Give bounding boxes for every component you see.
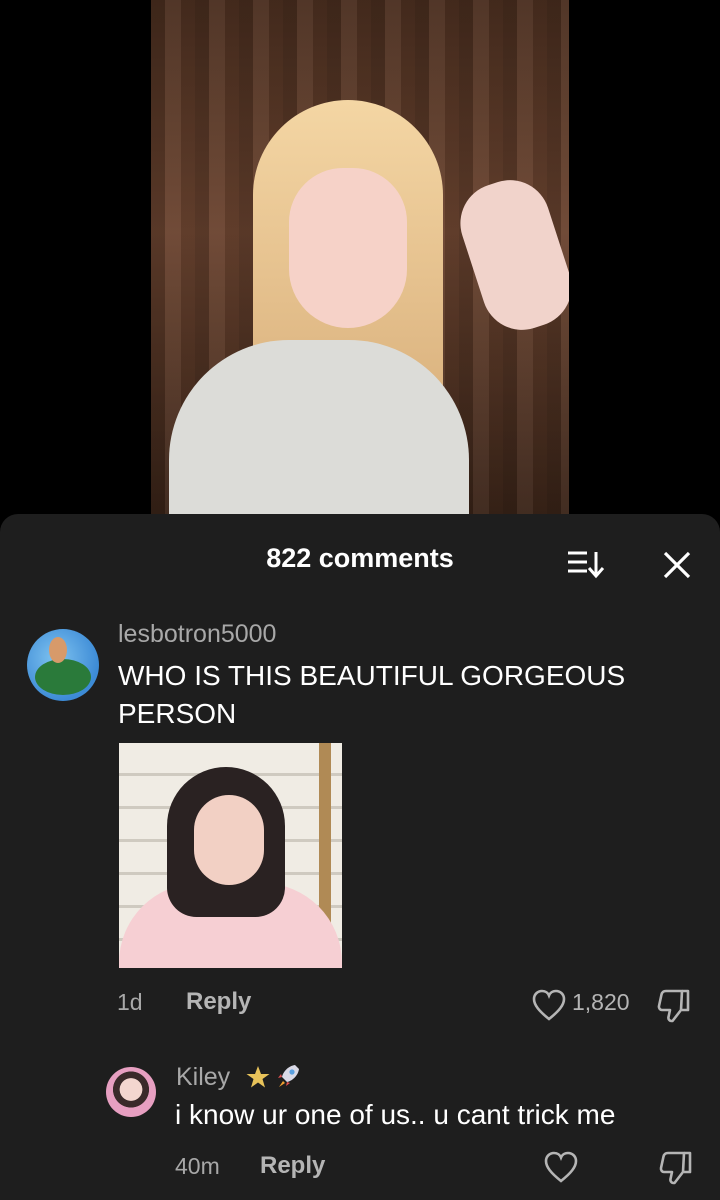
reply-button[interactable]: Reply [186, 988, 251, 1016]
like-count: 1,820 [572, 989, 630, 1015]
gif-face [194, 795, 264, 885]
comments-sheet: 822 comments lesbotron5000 WHO IS THIS B… [0, 514, 720, 1200]
comment-timestamp: 40m [175, 1153, 220, 1179]
sort-button[interactable] [565, 548, 605, 580]
sort-icon [568, 551, 605, 579]
close-button[interactable] [660, 548, 694, 582]
dislike-button[interactable] [655, 986, 693, 1024]
heart-icon [544, 1151, 578, 1183]
close-icon [663, 551, 691, 579]
thumbs-down-icon [659, 1151, 692, 1185]
comment-count: 822 comments [266, 543, 454, 573]
thumbs-down-icon [657, 989, 690, 1023]
reply-button[interactable]: Reply [260, 1152, 325, 1180]
like-button[interactable] [543, 1150, 579, 1184]
comment-text: WHO IS THIS BEAUTIFUL GORGEOUS PERSON [118, 660, 626, 729]
comment-gif[interactable] [119, 743, 342, 968]
comment-text: i know ur one of us.. u cant trick me [175, 1099, 616, 1130]
avatar-figure [35, 659, 91, 695]
star-icon [246, 1066, 270, 1088]
heart-icon [532, 989, 566, 1021]
avatar[interactable] [27, 629, 99, 701]
video-frame[interactable] [151, 0, 569, 515]
video-player[interactable] [0, 0, 720, 520]
like-button[interactable] [531, 988, 567, 1022]
avatar-figure-head [49, 637, 67, 663]
dislike-button[interactable] [657, 1148, 695, 1186]
rocket-icon [278, 1065, 299, 1087]
video-hand [450, 169, 569, 341]
video-torso [169, 340, 469, 515]
comment-username[interactable]: Kiley [176, 1063, 230, 1092]
avatar[interactable] [106, 1067, 156, 1117]
video-face [289, 168, 407, 328]
comments-header: 822 comments [0, 514, 720, 604]
comment-timestamp: 1d [117, 989, 143, 1015]
comment-username[interactable]: lesbotron5000 [118, 620, 276, 649]
